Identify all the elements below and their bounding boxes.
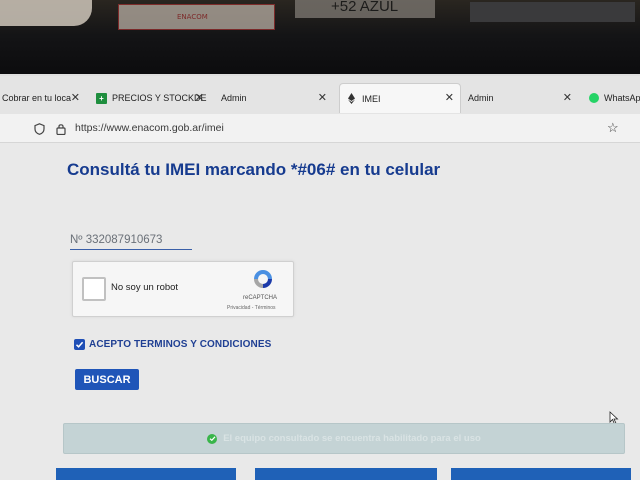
google-sheets-icon: + [96, 92, 107, 104]
terms-label[interactable]: ACEPTO TERMINOS Y CONDICIONES [89, 339, 271, 350]
terms-checkbox[interactable] [74, 339, 85, 350]
dark-object [470, 2, 635, 22]
shield-icon[interactable] [34, 122, 45, 140]
tab-admin-2[interactable]: Admin ✕ [468, 84, 580, 112]
paper-sign: +52 AZUL [295, 0, 435, 18]
tab-whatsapp[interactable]: WhatsAp [589, 84, 640, 112]
captcha-checkbox[interactable] [82, 277, 106, 301]
tab-label: WhatsAp [604, 93, 640, 103]
tab-imei[interactable]: IMEI ✕ [339, 83, 461, 113]
tab-label: IMEI [362, 93, 381, 104]
captcha-label: No soy un robot [111, 282, 179, 293]
star-icon[interactable]: ☆ [607, 120, 619, 136]
tab-label: Admin [468, 93, 494, 103]
tab-label: PRECIOS Y STOCKDE [112, 93, 207, 103]
imei-input[interactable] [70, 231, 192, 250]
close-icon[interactable]: ✕ [195, 91, 204, 104]
recaptcha-links[interactable]: Privacidad - Términos [227, 305, 276, 311]
paper-sheet [0, 0, 92, 26]
paper-text: ENACOM [177, 13, 208, 21]
paper-sheet: ENACOM [118, 4, 275, 30]
enacom-icon [346, 93, 357, 104]
tab-admin[interactable]: Admin ✕ [221, 84, 333, 112]
page-content: Consultá tu IMEI marcando *#06# en tu ce… [0, 143, 640, 480]
page-title: Consultá tu IMEI marcando *#06# en tu ce… [67, 160, 441, 179]
close-icon[interactable]: ✕ [71, 91, 80, 104]
bottom-button[interactable] [451, 468, 631, 480]
recaptcha-icon[interactable] [252, 268, 274, 295]
url-text[interactable]: https://www.enacom.gob.ar/imei [75, 122, 224, 134]
check-circle-icon [207, 433, 218, 444]
tab-label: Cobrar en tu loca [2, 93, 72, 103]
tab-bar: Cobrar en tu loca ✕ + PRECIOS Y STOCKDE … [0, 76, 640, 115]
bottom-button[interactable] [56, 468, 236, 480]
recaptcha-brand: reCAPTCHA [243, 295, 278, 301]
terms-checkbox-row[interactable]: ACEPTO TERMINOS Y CONDICIONES [74, 339, 271, 350]
tab-precios[interactable]: + PRECIOS Y STOCKDE ✕ [96, 84, 208, 112]
result-alert: El equipo consultado se encuentra habili… [63, 423, 625, 454]
close-icon[interactable]: ✕ [563, 91, 572, 104]
result-message: El equipo consultado se encuentra habili… [223, 433, 481, 444]
search-button[interactable]: BUSCAR [75, 369, 139, 390]
bottom-button[interactable] [255, 468, 437, 480]
tab-label: Admin [221, 93, 247, 103]
browser-window: Cobrar en tu loca ✕ + PRECIOS Y STOCKDE … [0, 74, 640, 480]
lock-icon[interactable] [56, 122, 66, 140]
close-icon[interactable]: ✕ [445, 91, 454, 104]
close-icon[interactable]: ✕ [318, 91, 327, 104]
tab-cobrar[interactable]: Cobrar en tu loca ✕ [2, 84, 80, 112]
sign-text: +52 AZUL [331, 0, 399, 15]
whatsapp-icon [589, 93, 599, 104]
recaptcha-widget: No soy un robot reCAPTCHA Privacidad - T… [72, 261, 294, 317]
photo-background: ENACOM +52 AZUL [0, 0, 640, 78]
address-bar[interactable]: https://www.enacom.gob.ar/imei ☆ [0, 114, 640, 143]
